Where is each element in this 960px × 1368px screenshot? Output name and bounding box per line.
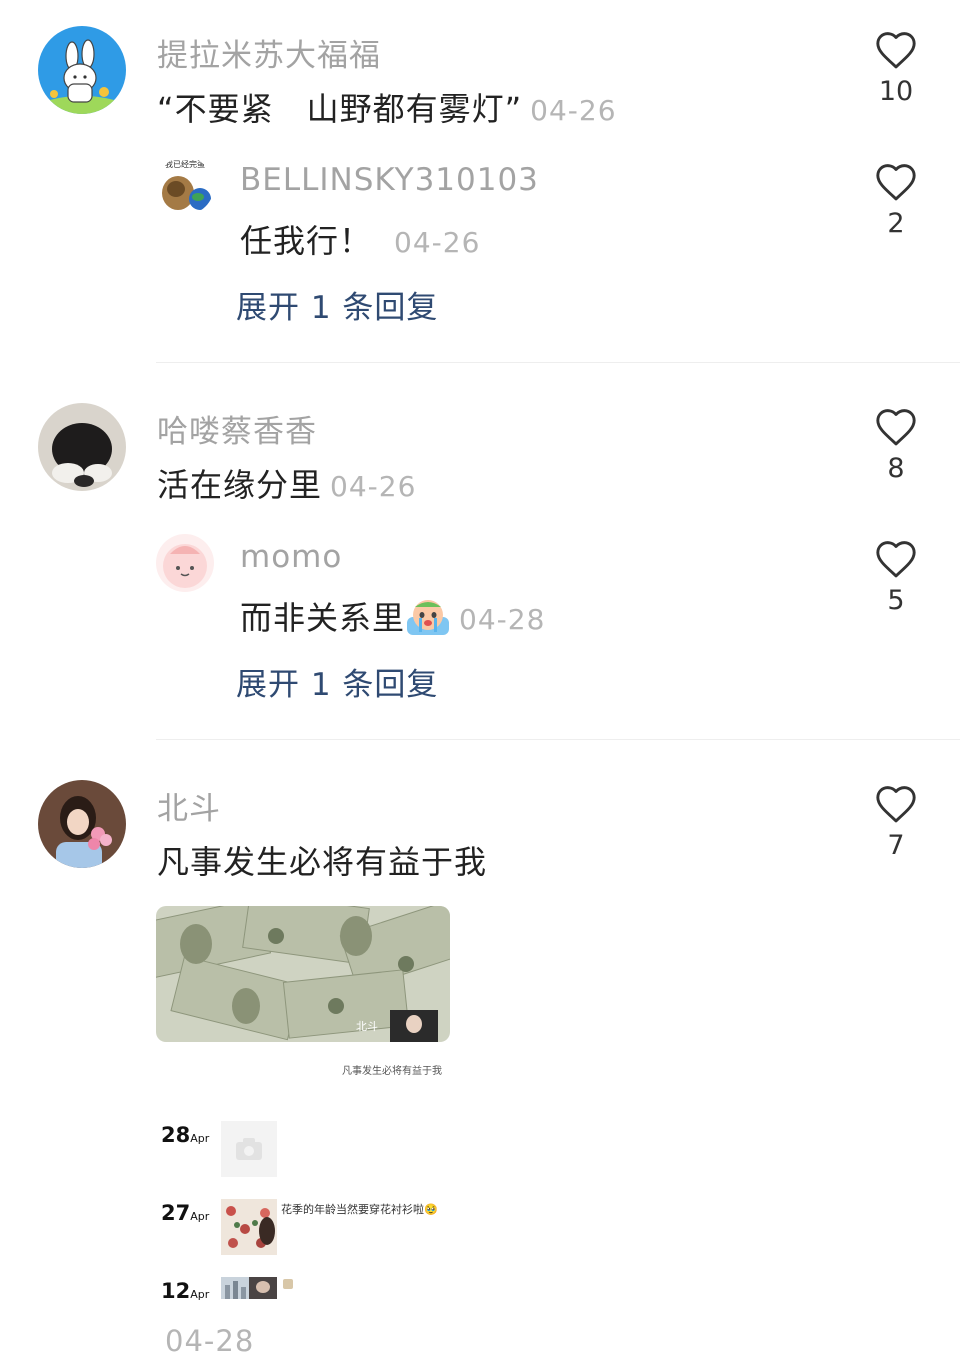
- small-sticker-icon: [283, 1279, 293, 1289]
- comment-date: 04-26: [330, 470, 417, 503]
- reply-text: 任我行！ 04-26: [240, 216, 480, 262]
- image-caption: 凡事发生必将有益于我: [342, 1066, 442, 1077]
- reply-date: 04-26: [394, 226, 481, 259]
- camera-icon: [236, 1138, 262, 1160]
- reply-body: 而非关系里: [240, 599, 406, 637]
- timeline-thumb-floral[interactable]: [221, 1199, 277, 1255]
- comment-text: 凡事发生必将有益于我: [157, 843, 488, 881]
- heart-outline-icon: [876, 409, 916, 446]
- heart-outline-icon: [876, 32, 916, 69]
- comment-date: 04-26: [530, 94, 617, 127]
- heart-outline-icon: [876, 786, 916, 823]
- comment-body: “不要紧 山野都有雾灯”: [157, 90, 523, 128]
- like-count: 10: [878, 76, 914, 107]
- comment-text: 活在缘分里 04-26: [157, 460, 416, 506]
- heart-outline-icon: [876, 164, 916, 201]
- image-overlay-label: 北斗: [356, 1020, 378, 1033]
- expand-replies-link[interactable]: 展开 1 条回复: [236, 282, 438, 327]
- avatar[interactable]: [38, 26, 126, 114]
- crying-emoji-icon: [405, 597, 451, 637]
- comment-text: “不要紧 山野都有雾灯” 04-26: [157, 84, 617, 130]
- timeline-thumb-empty[interactable]: [221, 1121, 277, 1177]
- reply-like-button[interactable]: 2: [866, 162, 926, 239]
- avatar[interactable]: [38, 403, 126, 491]
- like-button[interactable]: 10: [866, 30, 926, 107]
- divider: [156, 362, 960, 363]
- reply-username[interactable]: BELLINSKY310103: [240, 162, 539, 198]
- like-button[interactable]: 7: [866, 784, 926, 861]
- username[interactable]: 北斗: [157, 783, 221, 828]
- heart-outline-icon: [876, 541, 916, 578]
- timeline-date: 12Apr: [161, 1279, 210, 1303]
- username[interactable]: 哈喽蔡香香: [157, 406, 317, 451]
- reply-body: 任我行！: [240, 222, 373, 260]
- expand-replies-link[interactable]: 展开 1 条回复: [236, 659, 438, 704]
- like-button[interactable]: 8: [866, 407, 926, 484]
- username[interactable]: 提拉米苏大福福: [157, 30, 381, 75]
- like-count: 5: [887, 585, 905, 616]
- like-count: 8: [887, 453, 905, 484]
- avatar[interactable]: [38, 780, 126, 868]
- reply-avatar[interactable]: [156, 534, 214, 592]
- divider: [156, 739, 960, 740]
- timeline-post-text: 花季的年龄当然要穿花衬衫啦🥹: [281, 1203, 438, 1216]
- comment-image[interactable]: 北斗: [156, 906, 450, 1042]
- reply-avatar[interactable]: 我已经完蛋: [156, 157, 214, 215]
- timeline-thumb-city[interactable]: [221, 1277, 277, 1299]
- comment-body: 活在缘分里: [157, 466, 323, 504]
- reply-like-button[interactable]: 5: [866, 539, 926, 616]
- reply-date: 04-28: [459, 603, 546, 636]
- reply-username[interactable]: momo: [240, 539, 342, 575]
- timeline-date: 28Apr: [161, 1123, 210, 1147]
- reply-text: 而非关系里 04-28: [240, 593, 545, 639]
- like-count: 7: [887, 830, 905, 861]
- comment-date: 04-28: [165, 1324, 255, 1358]
- like-count: 2: [887, 208, 905, 239]
- reply-avatar-text: 我已经完蛋: [165, 160, 205, 169]
- timeline-date: 27Apr: [161, 1201, 210, 1225]
